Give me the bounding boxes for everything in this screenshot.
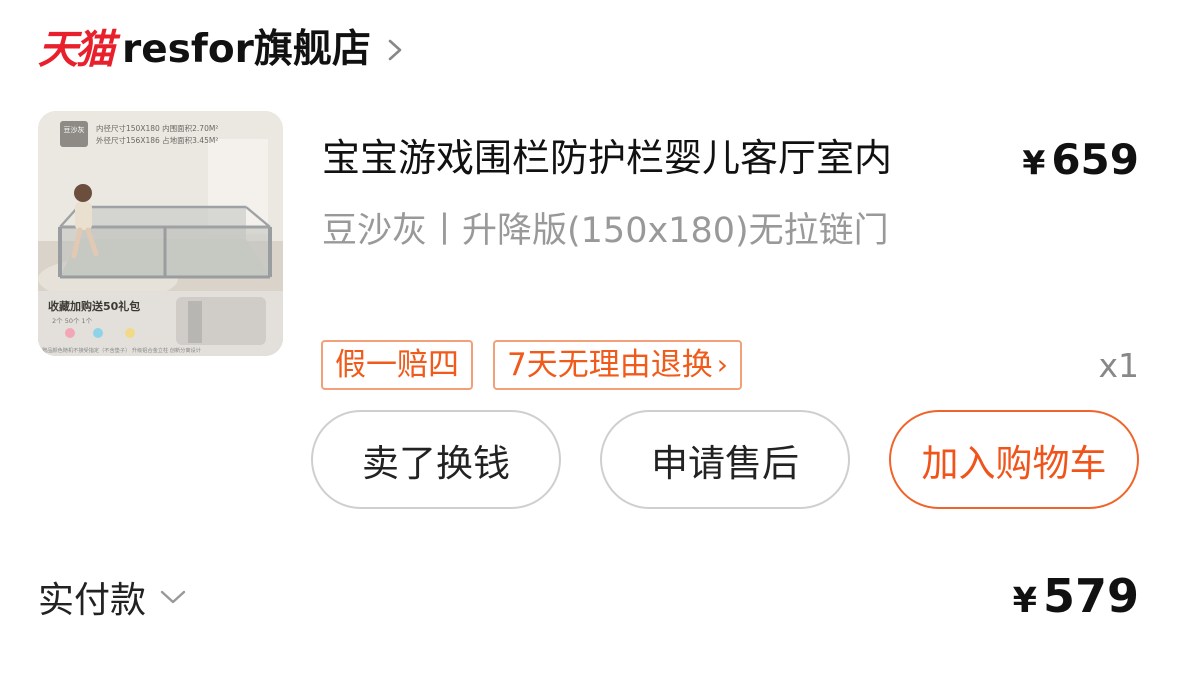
tag-7day-return[interactable]: 7天无理由退换 › [493,340,742,390]
shop-header[interactable]: 天猫 resfor旗舰店 [38,22,405,78]
chevron-right-icon: › [716,348,728,381]
aftersale-button[interactable]: 申请售后 [600,410,850,509]
image-spec-line-1: 内径尺寸150X180 内围面积2.70M² [96,123,218,133]
paid-label-text: 实付款 [38,580,147,621]
price-currency: ¥ [1022,143,1046,182]
image-promo: 收藏加购送50礼包 [48,299,140,313]
chevron-right-icon [388,39,402,61]
tmall-logo: 天猫 [38,27,115,73]
paid-amount: ¥ 579 [1013,566,1139,631]
price-value: 659 [1051,135,1139,184]
sell-button[interactable]: 卖了换钱 [311,410,561,509]
product-image[interactable]: 豆沙灰 内径尺寸150X180 内围面积2.70M² 外径尺寸156X186 占… [38,111,283,356]
tag-fake-compensation: 假一赔四 [321,340,473,390]
tag-label: 假一赔四 [335,347,459,383]
quantity: x1 [1098,346,1139,385]
image-promo-detail: 2个 50个 1个 [52,317,93,325]
add-to-cart-button[interactable]: 加入购物车 [889,410,1139,509]
tag-label: 7天无理由退换 [507,347,713,383]
paid-currency: ¥ [1012,581,1037,621]
product-price: ¥ 659 [1022,132,1139,191]
service-tags: 假一赔四 7天无理由退换 › [321,340,742,390]
image-spec-line-2: 外径尺寸156X186 占地面积3.45M² [96,135,218,145]
action-buttons: 卖了换钱 申请售后 加入购物车 [311,410,1141,509]
product-spec[interactable]: 豆沙灰丨升降版(150x180)无拉链门 [322,205,942,257]
shop-name[interactable]: resfor旗舰店 [122,22,371,78]
chevron-down-icon [160,590,186,604]
image-color-label: 豆沙灰 [64,125,85,134]
product-title[interactable]: 宝宝游戏围栏防护栏婴儿客厅室内 [322,132,992,184]
paid-label[interactable]: 实付款 [38,570,186,624]
paid-value: 579 [1042,569,1139,623]
product-photo: 豆沙灰 内径尺寸150X180 内围面积2.70M² 外径尺寸156X186 占… [38,111,283,356]
image-footnote: 赠品颜色随机不接受指定（不含垫子） 升级铝合金立柱 创新分离设计 [42,346,201,354]
